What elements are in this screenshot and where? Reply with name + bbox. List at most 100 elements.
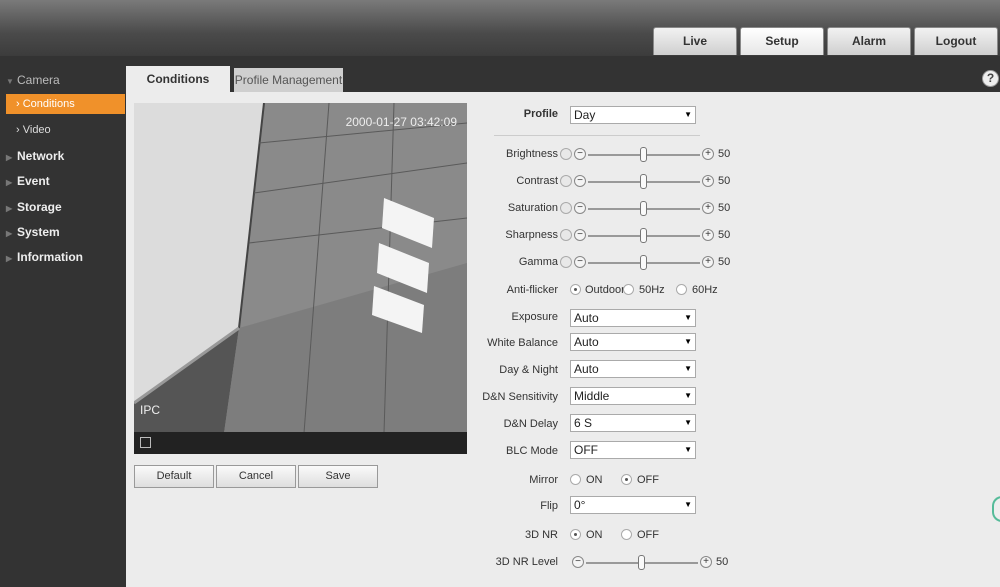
increase-icon[interactable]: + (702, 175, 714, 187)
tab-logout[interactable]: Logout (914, 27, 998, 55)
mirror-on-label: ON (586, 474, 603, 486)
increase-icon[interactable]: + (702, 202, 714, 214)
contrast-icon (560, 175, 572, 187)
profile-value: Day (574, 108, 596, 122)
dn-sensitivity-row: D&N Sensitivity Middle ▼ (482, 387, 866, 405)
anti-flicker-outdoor-radio[interactable] (570, 284, 581, 295)
exposure-label: Exposure (511, 311, 558, 323)
anti-flicker-60hz-label: 60Hz (692, 284, 718, 296)
top-bar: Live Setup Alarm Logout (0, 0, 1000, 56)
profile-row: Profile Day ▼ (486, 106, 866, 124)
sharpness-icon (560, 229, 572, 241)
decrease-icon[interactable]: − (572, 556, 584, 568)
sidebar-item-label: Network (17, 149, 65, 163)
page-tab-strip: Conditions Profile Management ? (126, 56, 1000, 92)
decrease-icon[interactable]: − (574, 202, 586, 214)
sidebar-item-conditions[interactable]: › Conditions (6, 94, 125, 114)
anti-flicker-50hz-radio[interactable] (623, 284, 634, 295)
blc-mode-label: BLC Mode (506, 445, 558, 457)
sidebar-item-label: Conditions (22, 98, 75, 110)
cancel-button[interactable]: Cancel (216, 465, 296, 488)
sidebar-item-label: Event (17, 174, 50, 188)
slider-thumb[interactable] (638, 555, 645, 570)
save-button[interactable]: Save (298, 465, 378, 488)
mirror-on-radio[interactable] (570, 474, 581, 485)
main-panel: Conditions Profile Management ? 2000-01-… (126, 56, 1000, 587)
nr3d-off-label: OFF (637, 529, 659, 541)
slider-label: Gamma (518, 256, 558, 268)
decrease-icon[interactable]: − (574, 256, 586, 268)
slider-thumb[interactable] (640, 228, 647, 243)
help-icon[interactable]: ? (982, 70, 999, 87)
tab-setup[interactable]: Setup (740, 27, 824, 55)
sidebar-item-label: System (17, 225, 60, 239)
profile-select[interactable]: Day ▼ (570, 106, 696, 124)
slider-thumb[interactable] (640, 147, 647, 162)
dn-sensitivity-label: D&N Sensitivity (482, 391, 558, 403)
slider-value: 50 (718, 202, 731, 214)
dn-delay-row: D&N Delay 6 S ▼ (486, 414, 866, 432)
sidebar-item-label: Information (17, 250, 83, 264)
increase-icon[interactable]: + (700, 556, 712, 568)
white-balance-select[interactable]: Auto ▼ (570, 333, 696, 351)
tab-live[interactable]: Live (653, 27, 737, 55)
anti-flicker-outdoor-label: Outdoor (585, 284, 625, 296)
exposure-select[interactable]: Auto ▼ (570, 309, 696, 327)
sidebar-item-system[interactable]: ▶ System (6, 225, 60, 239)
slider-value: 50 (718, 229, 731, 241)
decrease-icon[interactable]: − (574, 175, 586, 187)
slider-thumb[interactable] (640, 255, 647, 270)
sidebar-item-information[interactable]: ▶ Information (6, 250, 83, 264)
expand-icon: ▶ (6, 254, 13, 263)
nr3d-on-radio[interactable] (570, 529, 581, 540)
dropdown-arrow-icon: ▼ (684, 313, 692, 322)
mirror-off-radio[interactable] (621, 474, 632, 485)
decrease-icon[interactable]: − (574, 229, 586, 241)
nr3d-level-row: 3D NR Level − + 50 (486, 554, 866, 572)
nr3d-level-label: 3D NR Level (495, 556, 558, 568)
day-night-select[interactable]: Auto ▼ (570, 360, 696, 378)
flip-label: Flip (540, 500, 558, 512)
slider-row-gamma: Gamma − +50 (486, 254, 866, 272)
slider-thumb[interactable] (640, 174, 647, 189)
slider-row-saturation: Saturation − +50 (486, 200, 866, 218)
flip-row: Flip 0° ▼ (486, 496, 866, 514)
sidebar-item-video[interactable]: › Video (6, 120, 125, 140)
tab-profile-management[interactable]: Profile Management (234, 68, 343, 92)
slider-thumb[interactable] (640, 201, 647, 216)
dropdown-arrow-icon: ▼ (684, 500, 692, 509)
side-panel-handle[interactable] (992, 496, 1000, 522)
tab-conditions[interactable]: Conditions (126, 66, 230, 92)
expand-icon: ▶ (6, 204, 13, 213)
flip-value: 0° (574, 498, 586, 512)
dropdown-arrow-icon: ▼ (684, 418, 692, 427)
dn-delay-select[interactable]: 6 S ▼ (570, 414, 696, 432)
flip-select[interactable]: 0° ▼ (570, 496, 696, 514)
fullscreen-icon[interactable] (140, 437, 151, 448)
sidebar-item-camera[interactable]: ▼ Camera (6, 73, 60, 87)
nr3d-label: 3D NR (524, 529, 558, 541)
dn-sensitivity-select[interactable]: Middle ▼ (570, 387, 696, 405)
sidebar-item-event[interactable]: ▶ Event (6, 174, 50, 188)
anti-flicker-60hz-radio[interactable] (676, 284, 687, 295)
nr3d-off-radio[interactable] (621, 529, 632, 540)
nr3d-on-label: ON (586, 529, 603, 541)
anti-flicker-50hz-label: 50Hz (639, 284, 665, 296)
decrease-icon[interactable]: − (574, 148, 586, 160)
increase-icon[interactable]: + (702, 148, 714, 160)
blc-mode-select[interactable]: OFF ▼ (570, 441, 696, 459)
brightness-icon (560, 148, 572, 160)
increase-icon[interactable]: + (702, 229, 714, 241)
video-channel-label: IPC (140, 403, 161, 417)
dropdown-arrow-icon: ▼ (684, 110, 692, 119)
sidebar-item-storage[interactable]: ▶ Storage (6, 200, 62, 214)
gamma-icon (560, 256, 572, 268)
default-button[interactable]: Default (134, 465, 214, 488)
blc-mode-value: OFF (574, 443, 598, 457)
slider-label: Brightness (506, 148, 558, 160)
dropdown-arrow-icon: ▼ (684, 391, 692, 400)
tab-alarm[interactable]: Alarm (827, 27, 911, 55)
slider-row-contrast: Contrast − +50 (486, 173, 866, 191)
sidebar-item-network[interactable]: ▶ Network (6, 149, 64, 163)
increase-icon[interactable]: + (702, 256, 714, 268)
